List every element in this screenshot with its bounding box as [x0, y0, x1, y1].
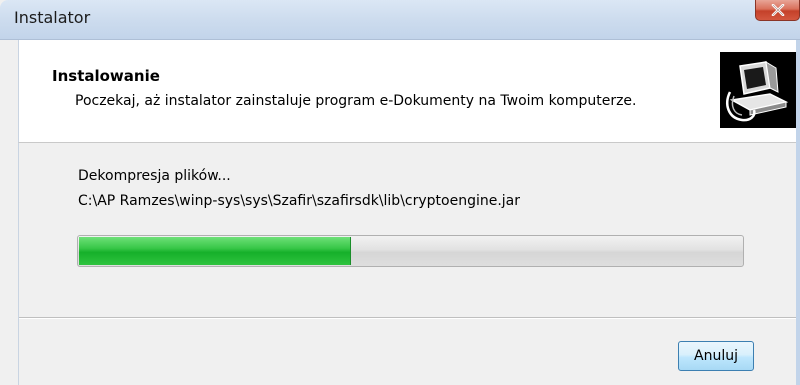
footer-divider: [19, 317, 800, 319]
installer-header: Instalowanie Poczekaj, aż instalator zai…: [18, 40, 800, 143]
window-title: Instalator: [14, 8, 91, 27]
title-bar[interactable]: Instalator: [0, 0, 800, 40]
page-subtitle: Poczekaj, aż instalator zainstaluje prog…: [75, 93, 637, 109]
status-text: Dekompresja plików...: [78, 168, 231, 184]
progress-bar-fill: [79, 237, 351, 265]
close-button[interactable]: [755, 0, 800, 21]
close-icon: [771, 4, 784, 16]
page-title: Instalowanie: [52, 67, 160, 85]
progress-bar: [77, 235, 744, 267]
window-frame-right: [796, 40, 800, 385]
installer-body: Dekompresja plików... C:\AP Ramzes\winp-…: [18, 143, 800, 385]
current-file-path: C:\AP Ramzes\winp-sys\sys\Szafir\szafirs…: [78, 193, 521, 209]
installer-computer-icon: [720, 52, 796, 128]
installer-window: Instalator Instalowanie Poczekaj, aż ins…: [0, 0, 800, 385]
cancel-button[interactable]: Anuluj: [678, 341, 754, 371]
